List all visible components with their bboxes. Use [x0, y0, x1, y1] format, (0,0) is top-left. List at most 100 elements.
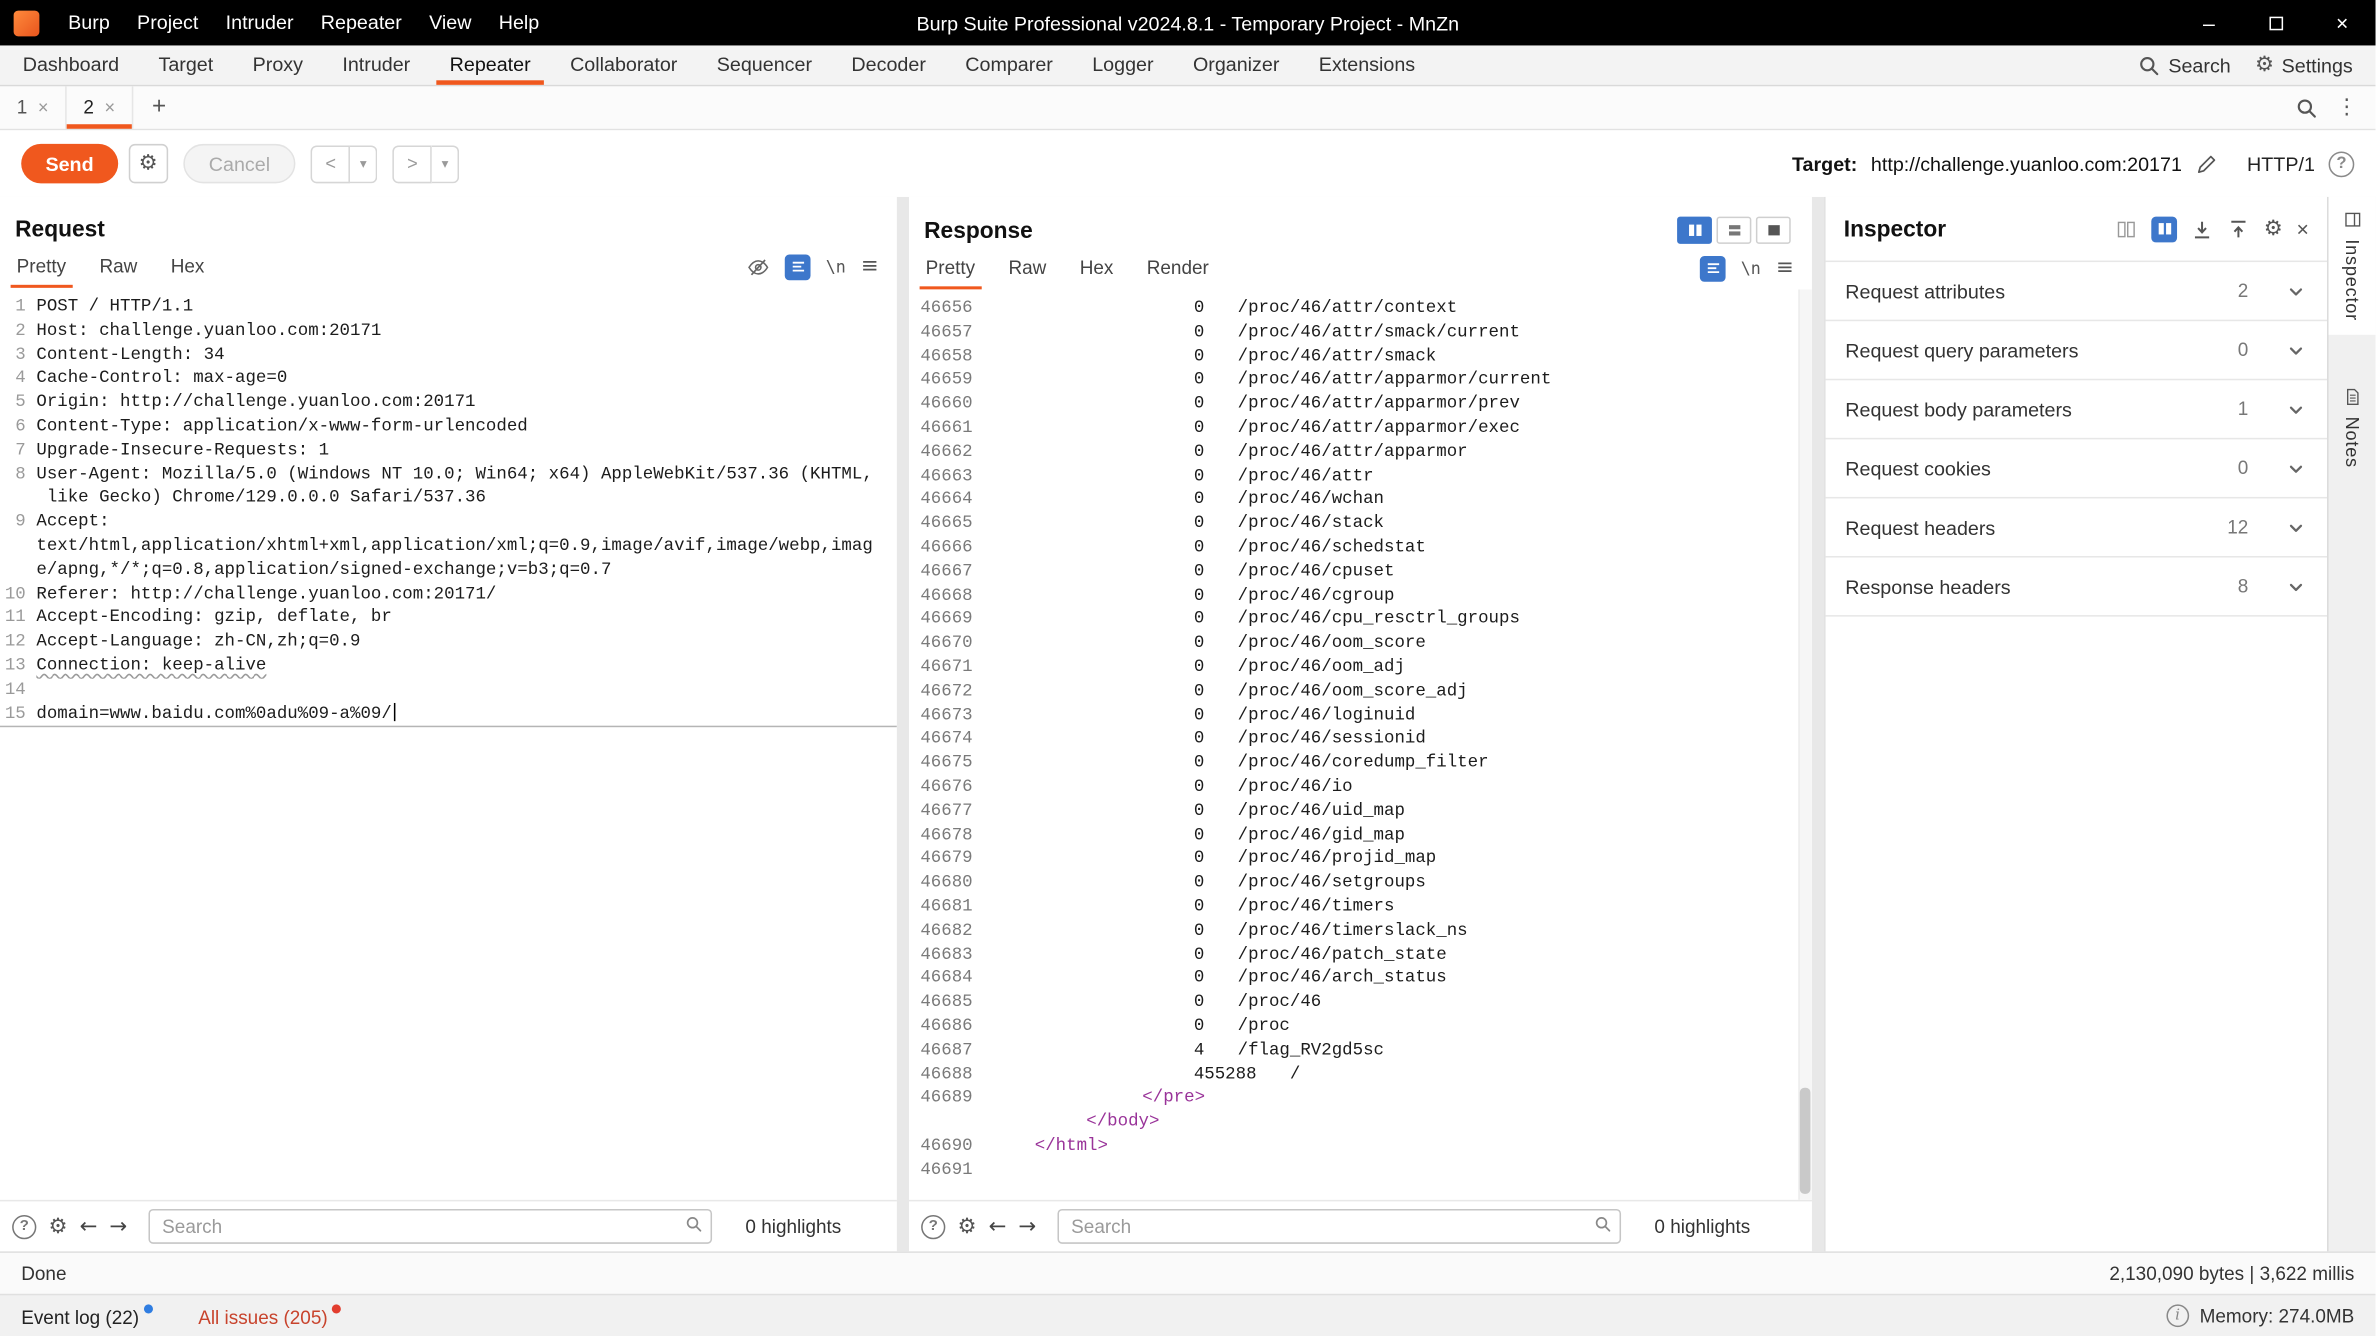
- inspector-section-request-attributes[interactable]: Request attributes2: [1826, 262, 2327, 321]
- response-line[interactable]: 466850/proc/46: [909, 991, 1812, 1015]
- search-settings-icon[interactable]: ⚙: [957, 1216, 976, 1237]
- chevron-down-icon[interactable]: [2285, 457, 2308, 480]
- response-line[interactable]: 466830/proc/46/patch_state: [909, 943, 1812, 967]
- response-line[interactable]: 466590/proc/46/attr/apparmor/current: [909, 369, 1812, 393]
- search-help-icon[interactable]: ?: [12, 1214, 36, 1238]
- search-next-icon[interactable]: →: [1019, 1214, 1037, 1238]
- response-tab-raw[interactable]: Raw: [992, 247, 1063, 289]
- add-tab-button[interactable]: +: [133, 86, 185, 128]
- request-line[interactable]: 14: [0, 678, 897, 702]
- close-button[interactable]: ×: [2309, 0, 2376, 45]
- response-line[interactable]: 466620/proc/46/attr/apparmor: [909, 441, 1812, 465]
- tab-organizer[interactable]: Organizer: [1173, 45, 1299, 84]
- request-line[interactable]: 15domain=www.baidu.com%0adu%09-a%09/: [0, 702, 897, 727]
- response-scrollbar[interactable]: [1798, 289, 1812, 1200]
- response-line[interactable]: 466770/proc/46/uid_map: [909, 800, 1812, 824]
- layout-single-button[interactable]: [1756, 217, 1791, 244]
- inspector-dock-icon[interactable]: [2115, 217, 2138, 240]
- tab-decoder[interactable]: Decoder: [832, 45, 946, 84]
- send-button[interactable]: Send: [21, 144, 118, 183]
- chevron-down-icon[interactable]: [2285, 575, 2308, 598]
- expand-all-icon[interactable]: [2227, 217, 2250, 240]
- inspector-section-request-query-parameters[interactable]: Request query parameters0: [1826, 321, 2327, 380]
- search-next-icon[interactable]: →: [110, 1214, 128, 1238]
- help-button[interactable]: ?: [2329, 151, 2355, 177]
- inspector-settings-icon[interactable]: ⚙: [2264, 218, 2283, 239]
- response-line[interactable]: 466700/proc/46/oom_score: [909, 632, 1812, 656]
- response-line[interactable]: 466820/proc/46/timerslack_ns: [909, 919, 1812, 943]
- response-line[interactable]: 466740/proc/46/sessionid: [909, 728, 1812, 752]
- response-line[interactable]: 466720/proc/46/oom_score_adj: [909, 680, 1812, 704]
- response-line[interactable]: 466660/proc/46/schedstat: [909, 536, 1812, 560]
- response-line[interactable]: 466650/proc/46/stack: [909, 512, 1812, 536]
- close-tab-icon[interactable]: ×: [104, 97, 115, 118]
- all-issues-button[interactable]: All issues (205): [198, 1304, 341, 1328]
- response-line[interactable]: 466810/proc/46/timers: [909, 895, 1812, 919]
- request-line[interactable]: 8User-Agent: Mozilla/5.0 (Windows NT 10.…: [0, 463, 897, 487]
- response-line[interactable]: 466640/proc/46/wchan: [909, 488, 1812, 512]
- collapse-all-icon[interactable]: [2191, 217, 2214, 240]
- request-editor[interactable]: 1POST / HTTP/1.12Host: challenge.yuanloo…: [0, 288, 897, 1200]
- inspector-section-request-body-parameters[interactable]: Request body parameters1: [1826, 380, 2327, 439]
- chevron-down-icon[interactable]: [2285, 280, 2308, 303]
- search-prev-icon[interactable]: ←: [80, 1214, 98, 1238]
- search-prev-icon[interactable]: ←: [989, 1214, 1007, 1238]
- soft-wrap-icon[interactable]: [1700, 255, 1726, 281]
- request-line[interactable]: 7Upgrade-Insecure-Requests: 1: [0, 439, 897, 463]
- search-settings-icon[interactable]: ⚙: [48, 1216, 67, 1237]
- tab-collaborator[interactable]: Collaborator: [550, 45, 697, 84]
- response-line[interactable]: 466730/proc/46/loginuid: [909, 704, 1812, 728]
- request-line[interactable]: 6Content-Type: application/x-www-form-ur…: [0, 415, 897, 439]
- tab-proxy[interactable]: Proxy: [233, 45, 323, 84]
- response-line[interactable]: 466780/proc/46/gid_map: [909, 823, 1812, 847]
- response-line[interactable]: 466860/proc: [909, 1015, 1812, 1039]
- maximize-button[interactable]: [2242, 0, 2309, 45]
- request-line[interactable]: text/html,application/xhtml+xml,applicat…: [0, 535, 897, 559]
- request-tab-hex[interactable]: Hex: [154, 245, 221, 287]
- response-line[interactable]: 466840/proc/46/arch_status: [909, 967, 1812, 991]
- request-line[interactable]: 10Referer: http://challenge.yuanloo.com:…: [0, 583, 897, 607]
- inspector-section-response-headers[interactable]: Response headers8: [1826, 558, 2327, 617]
- response-line[interactable]: 466790/proc/46/projid_map: [909, 847, 1812, 871]
- global-search-button[interactable]: Search: [2127, 54, 2241, 77]
- chevron-down-icon[interactable]: [2285, 516, 2308, 539]
- response-line[interactable]: 466600/proc/46/attr/apparmor/prev: [909, 393, 1812, 417]
- request-line[interactable]: 11Accept-Encoding: gzip, deflate, br: [0, 607, 897, 631]
- layout-rows-button[interactable]: [1716, 217, 1751, 244]
- tab-logger[interactable]: Logger: [1073, 45, 1174, 84]
- editor-menu-icon[interactable]: ≡: [1776, 256, 1794, 280]
- request-line[interactable]: 13Connection: keep-alive: [0, 654, 897, 678]
- menu-project[interactable]: Project: [123, 0, 212, 45]
- request-line[interactable]: e/apng,*/*;q=0.8,application/signed-exch…: [0, 559, 897, 583]
- response-line[interactable]: 46688455288/: [909, 1063, 1812, 1087]
- newline-toggle-icon[interactable]: \n: [1741, 258, 1761, 278]
- response-tab-hex[interactable]: Hex: [1063, 247, 1130, 289]
- cancel-button[interactable]: Cancel: [183, 144, 296, 183]
- response-line[interactable]: 466710/proc/46/oom_adj: [909, 656, 1812, 680]
- response-line[interactable]: 46690</html>: [909, 1135, 1812, 1159]
- chevron-down-icon[interactable]: [2285, 398, 2308, 421]
- minimize-button[interactable]: –: [2176, 0, 2243, 45]
- tab-extensions[interactable]: Extensions: [1299, 45, 1435, 84]
- request-line[interactable]: 3Content-Length: 34: [0, 343, 897, 367]
- close-tab-icon[interactable]: ×: [38, 97, 49, 118]
- response-editor[interactable]: 466560/proc/46/attr/context466570/proc/4…: [909, 289, 1812, 1200]
- response-line[interactable]: 466690/proc/46/cpu_resctrl_groups: [909, 608, 1812, 632]
- hide-nonprintable-icon[interactable]: [747, 255, 770, 278]
- response-line[interactable]: 466680/proc/46/cgroup: [909, 584, 1812, 608]
- inspector-section-request-cookies[interactable]: Request cookies0: [1826, 439, 2327, 498]
- history-back-dropdown[interactable]: ▾: [350, 145, 377, 183]
- request-tab-raw[interactable]: Raw: [83, 245, 154, 287]
- response-line[interactable]: 466750/proc/46/coredump_filter: [909, 752, 1812, 776]
- request-line[interactable]: 5Origin: http://challenge.yuanloo.com:20…: [0, 391, 897, 415]
- menu-intruder[interactable]: Intruder: [212, 0, 307, 45]
- request-search-input[interactable]: [149, 1209, 713, 1244]
- response-line[interactable]: 466800/proc/46/setgroups: [909, 871, 1812, 895]
- chevron-down-icon[interactable]: [2285, 339, 2308, 362]
- scrollbar-thumb[interactable]: [1800, 1088, 1811, 1194]
- tab-dashboard[interactable]: Dashboard: [3, 45, 139, 84]
- request-line[interactable]: 1POST / HTTP/1.1: [0, 295, 897, 319]
- request-settings-button[interactable]: ⚙: [128, 144, 167, 183]
- menu-burp[interactable]: Burp: [55, 0, 124, 45]
- layout-columns-button[interactable]: [1677, 217, 1712, 244]
